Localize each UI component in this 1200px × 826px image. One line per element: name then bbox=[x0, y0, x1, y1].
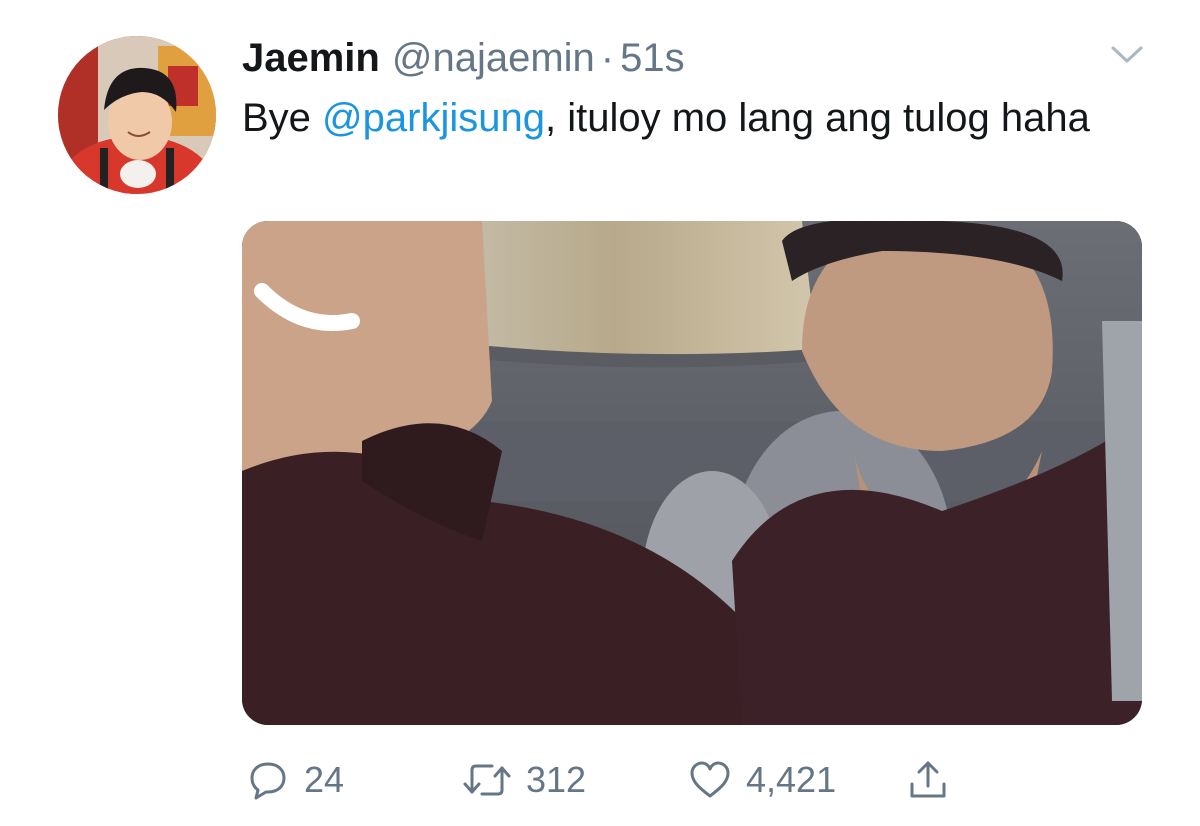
avatar[interactable] bbox=[58, 36, 216, 194]
tweet-text-rest: , ituloy mo lang ang tulog haha bbox=[544, 96, 1090, 140]
like-count: 4,421 bbox=[746, 759, 837, 800]
timestamp[interactable]: 51s bbox=[620, 32, 685, 84]
retweet-icon bbox=[463, 764, 511, 796]
tweet-text-lead: Bye bbox=[242, 96, 323, 140]
mention-link[interactable]: @parkjisung bbox=[322, 96, 545, 140]
video-frame bbox=[242, 221, 1142, 725]
tweet-text: Bye @parkjisung, ituloy mo lang ang tulo… bbox=[242, 88, 1142, 148]
like-button[interactable]: 4,421 bbox=[688, 752, 836, 808]
tweet: Jaemin @najaemin · 51s Bye @parkjisung, … bbox=[0, 0, 1200, 826]
action-bar: 24 312 4,421 bbox=[242, 752, 1002, 808]
share-icon bbox=[910, 761, 946, 798]
reply-count: 24 bbox=[304, 759, 345, 800]
caret-down-icon[interactable] bbox=[1110, 44, 1144, 66]
display-name[interactable]: Jaemin bbox=[242, 32, 380, 84]
retweet-button[interactable]: 312 bbox=[462, 752, 586, 808]
handle[interactable]: @najaemin bbox=[392, 32, 595, 84]
like-icon bbox=[690, 761, 730, 798]
media-video[interactable] bbox=[242, 221, 1142, 725]
retweet-count: 312 bbox=[526, 759, 587, 800]
reply-icon bbox=[250, 762, 286, 800]
avatar-image bbox=[58, 36, 216, 194]
reply-button[interactable]: 24 bbox=[246, 752, 344, 808]
tweet-header: Jaemin @najaemin · 51s bbox=[242, 32, 685, 84]
share-button[interactable] bbox=[906, 752, 964, 808]
separator-dot: · bbox=[600, 36, 615, 80]
